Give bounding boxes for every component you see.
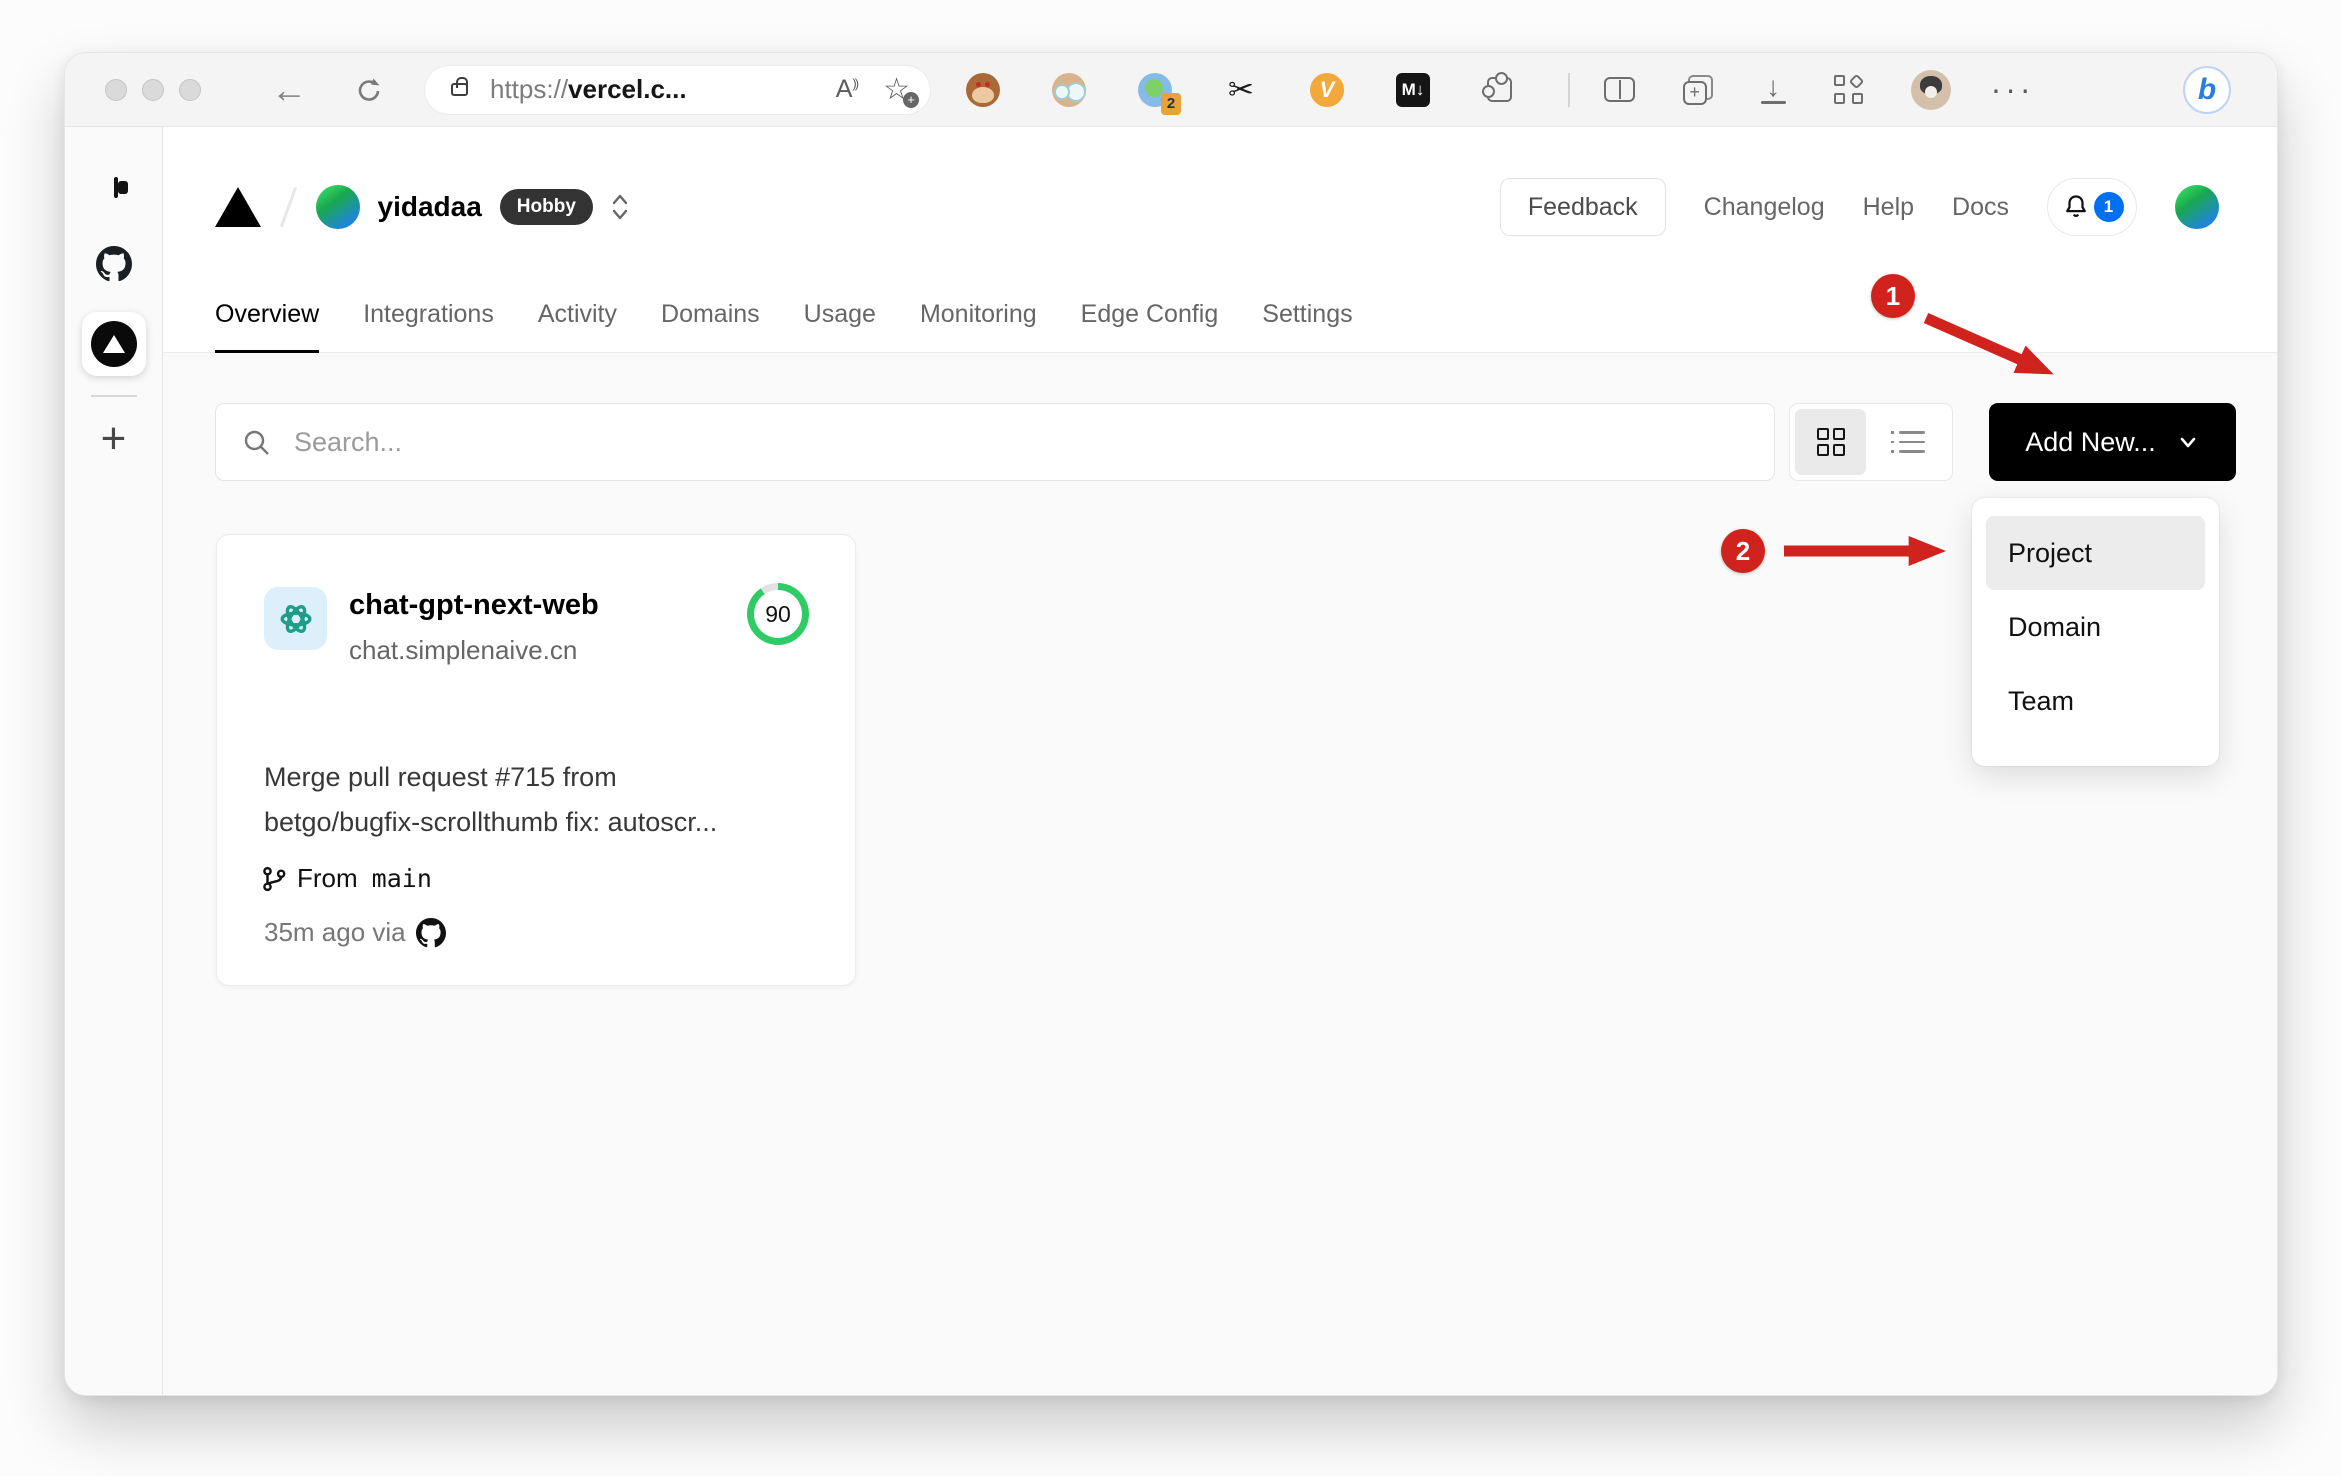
from-label: From (297, 863, 358, 893)
tab-integrations[interactable]: Integrations (363, 300, 494, 353)
breadcrumb-slash (279, 186, 297, 228)
url-host: vercel.c... (568, 74, 687, 104)
user-avatar[interactable] (2175, 185, 2219, 229)
address-bar[interactable]: https:// vercel.c... A)) ☆ + (425, 65, 930, 114)
close-window-button[interactable] (105, 78, 127, 101)
url-scheme: https:// (490, 74, 569, 104)
tab-edge-config[interactable]: Edge Config (1081, 300, 1219, 353)
list-view-button[interactable] (1876, 409, 1947, 475)
dropdown-item-project[interactable]: Project (1986, 516, 2205, 590)
feedback-button[interactable]: Feedback (1499, 178, 1666, 236)
header-actions: Feedback Changelog Help Docs 1 (1499, 167, 2219, 247)
sidebar-divider (90, 395, 137, 397)
project-card[interactable]: chat-gpt-next-web chat.simplenaive.cn 90… (216, 534, 856, 986)
dropdown-item-team[interactable]: Team (1986, 664, 2205, 738)
video-extension-icon[interactable]: V (1310, 72, 1344, 107)
dashboard-header: yidadaa Hobby Feedback Changelog Help Do… (163, 127, 2277, 353)
deployment-meta: 35m ago via (264, 917, 446, 948)
copilot-icon[interactable]: b (2183, 65, 2231, 114)
downloads-icon[interactable]: ↓ (1760, 72, 1786, 104)
bell-icon (2065, 195, 2086, 217)
sidebar-toggle-icon[interactable] (113, 177, 118, 198)
tab-monitoring[interactable]: Monitoring (920, 300, 1037, 353)
branch-name: main (371, 864, 432, 893)
docs-link[interactable]: Docs (1952, 193, 2009, 222)
team-name: yidadaa (377, 191, 482, 222)
favorite-icon[interactable]: ☆ + (883, 74, 919, 108)
project-domain[interactable]: chat.simplenaive.cn (349, 635, 599, 666)
vercel-logo[interactable] (215, 187, 261, 227)
favorite-add-badge: + (903, 91, 919, 108)
tab-settings[interactable]: Settings (1262, 300, 1352, 353)
desktop: ← https:// vercel.c... A)) ☆+ 2 ✂ V M↓ (0, 0, 2342, 1476)
vercel-icon (90, 321, 137, 367)
team-switcher: yidadaa Hobby (215, 167, 631, 247)
changelog-link[interactable]: Changelog (1704, 193, 1825, 222)
team-selector-icon[interactable] (609, 192, 631, 222)
chevron-down-icon (2180, 437, 2196, 448)
github-icon (415, 917, 446, 947)
browser-toolbar: ← https:// vercel.c... A)) ☆+ 2 ✂ V M↓ (65, 53, 2277, 127)
edge-sidebar: + (65, 127, 163, 1395)
analytics-score: 90 (754, 590, 802, 638)
apps-icon[interactable] (1833, 73, 1864, 104)
tab-activity[interactable]: Activity (538, 300, 617, 353)
browser-profile-avatar[interactable] (1910, 69, 1951, 110)
branch-icon (263, 866, 286, 891)
more-menu-icon[interactable]: ··· (1991, 71, 2035, 108)
team-avatar (315, 185, 360, 229)
tab-usage[interactable]: Usage (804, 300, 876, 353)
branch-row: From main (261, 863, 432, 894)
plan-badge: Hobby (499, 189, 593, 225)
tab-domains[interactable]: Domains (661, 300, 760, 353)
collections-icon[interactable]: + (1682, 74, 1713, 105)
minimize-window-button[interactable] (142, 78, 164, 101)
project-card-header: chat-gpt-next-web chat.simplenaive.cn (264, 587, 599, 666)
clipper-extension-icon[interactable]: ✂ (1224, 72, 1258, 107)
annotation-step-2: 2 (1721, 529, 1765, 573)
back-icon[interactable]: ← (271, 71, 307, 108)
notifications-button[interactable]: 1 (2047, 178, 2137, 236)
avatar-extension-icon[interactable] (1052, 72, 1086, 107)
openai-project-icon (264, 587, 327, 650)
commit-message: Merge pull request #715 from betgo/bugfi… (264, 762, 718, 837)
translate-extension-icon[interactable]: 2 (1138, 72, 1181, 115)
project-search (215, 403, 1775, 481)
vercel-dashboard: yidadaa Hobby Feedback Changelog Help Do… (163, 127, 2277, 1395)
markdown-extension-icon[interactable]: M↓ (1396, 72, 1430, 107)
search-input[interactable] (215, 403, 1775, 481)
annotation-step-1: 1 (1871, 274, 1915, 318)
reload-icon[interactable] (353, 74, 385, 106)
dropdown-item-domain[interactable]: Domain (1986, 590, 2205, 664)
help-link[interactable]: Help (1863, 193, 1914, 222)
tab-overview[interactable]: Overview (215, 300, 320, 353)
extensions-menu-icon[interactable] (1481, 72, 1516, 107)
github-sidebar-icon[interactable] (95, 246, 132, 282)
project-name[interactable]: chat-gpt-next-web (349, 589, 599, 622)
projects-section: Add New... chat-gpt-next-web chat.simple… (163, 353, 2277, 1395)
add-new-button[interactable]: Add New... (1989, 403, 2236, 481)
grid-view-icon (1816, 428, 1845, 456)
tampermonkey-extension-icon[interactable] (966, 72, 1000, 107)
grid-view-button[interactable] (1795, 409, 1866, 475)
lock-icon (451, 77, 468, 96)
notification-count-badge: 1 (2093, 192, 2124, 222)
sidebar-add-icon[interactable]: + (101, 417, 127, 461)
vercel-sidebar-item[interactable] (81, 312, 146, 376)
toolbar-divider (1568, 72, 1570, 107)
extension-badge: 2 (1161, 92, 1181, 115)
view-toggle (1789, 403, 1953, 481)
analytics-score-ring[interactable]: 90 (747, 583, 809, 645)
zoom-window-button[interactable] (179, 78, 201, 101)
list-view-icon (1890, 431, 1925, 453)
dashboard-tabs: Overview Integrations Activity Domains U… (215, 300, 1353, 353)
read-aloud-icon[interactable]: A)) (836, 75, 859, 104)
split-screen-icon[interactable] (1603, 77, 1635, 102)
add-new-dropdown: Project Domain Team (1972, 498, 2219, 766)
browser-window: ← https:// vercel.c... A)) ☆+ 2 ✂ V M↓ (64, 52, 2278, 1396)
deploy-time: 35m ago via (264, 917, 406, 947)
window-controls (105, 78, 201, 101)
